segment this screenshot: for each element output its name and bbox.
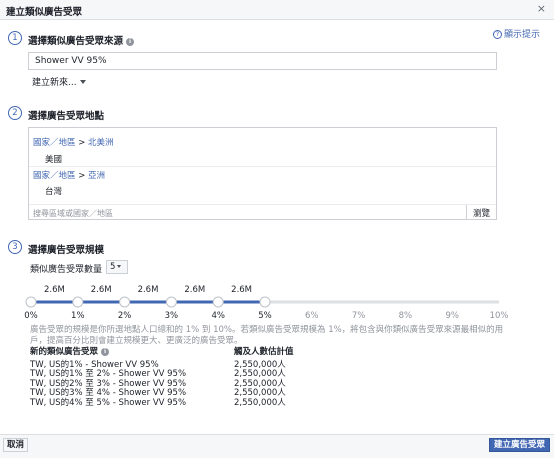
slider-handle[interactable] bbox=[259, 296, 271, 308]
location-path-2[interactable]: 國家／地區 > 亞洲 bbox=[33, 169, 105, 181]
show-tips-label: 顯示提示 bbox=[503, 30, 540, 40]
source-input[interactable]: Shower VV 95% bbox=[28, 52, 497, 70]
show-tips-link[interactable]: ? 顯示提示 bbox=[492, 27, 540, 40]
info-icon: i bbox=[126, 38, 135, 46]
audience-reach: 2,550,000人 bbox=[234, 397, 286, 408]
chevron-down-icon bbox=[79, 80, 86, 84]
segment-size-label: 2.6M bbox=[184, 285, 205, 295]
step-1-number: 1 bbox=[8, 31, 22, 45]
dialog-footer: 取消 建立廣告受眾 bbox=[0, 434, 554, 458]
browse-button[interactable]: 瀏覽 bbox=[465, 205, 496, 220]
slider-handle[interactable] bbox=[212, 296, 224, 308]
location-path-prefix: 國家／地區 bbox=[33, 171, 76, 181]
audience-count-label: 類似廣告受眾數量 bbox=[30, 265, 103, 275]
location-region: 亞洲 bbox=[88, 171, 106, 181]
slider-handle[interactable] bbox=[72, 296, 84, 308]
tick-label: 7% bbox=[352, 311, 366, 321]
create-audience-button[interactable]: 建立廣告受眾 bbox=[488, 438, 550, 452]
audience-name: TW, US的4% 至 5% - Shower VV 95% bbox=[30, 397, 187, 408]
audience-table: 新的類似廣告受眾 i 觸及人數估計值 TW, US的1% - Shower VV … bbox=[30, 347, 480, 409]
table-row: TW, US的4% 至 5% - Shower VV 95% 2,550,000… bbox=[30, 397, 480, 409]
slider-handle[interactable] bbox=[165, 296, 177, 308]
location-arrow: > bbox=[78, 138, 86, 148]
location-path-prefix: 國家／地區 bbox=[33, 138, 76, 148]
new-audience-header: 新的類似廣告受眾 i bbox=[30, 347, 110, 358]
location-search-input[interactable]: 搜尋區域或國家／地區 bbox=[33, 208, 113, 219]
location-path-1[interactable]: 國家／地區 > 北美洲 bbox=[33, 136, 114, 148]
tick-label: 4% bbox=[211, 311, 225, 321]
slider-handle[interactable] bbox=[119, 296, 131, 308]
tick-label: 8% bbox=[399, 311, 413, 321]
tick-label: 9% bbox=[445, 311, 459, 321]
create-new-label: 建立新來... bbox=[32, 78, 77, 88]
location-country-2: 台灣 bbox=[45, 187, 63, 197]
step-3-title: 選擇廣告受眾規模 bbox=[28, 245, 105, 256]
tick-label: 1% bbox=[71, 311, 85, 321]
location-arrow: > bbox=[78, 171, 86, 181]
segment-size-label: 2.6M bbox=[138, 285, 159, 295]
audience-size-slider[interactable]: 2.6M 2.6M 2.6M 2.6M 2.6M 0% 1% 2% 3% 4% 5% 6% 7% 8% 9%… bbox=[0, 280, 554, 330]
create-new-source-dropdown[interactable]: 建立新來... bbox=[32, 75, 86, 88]
tick-label: 3% bbox=[165, 311, 179, 321]
segment-size-label: 2.6M bbox=[91, 285, 112, 295]
slider-handle[interactable] bbox=[25, 296, 37, 308]
question-icon: ? bbox=[492, 30, 502, 39]
step-2-title: 選擇廣告受眾地點 bbox=[28, 111, 105, 122]
tick-label: 5% bbox=[258, 311, 272, 321]
tick-label: 2% bbox=[118, 311, 132, 321]
table-header: 新的類似廣告受眾 i 觸及人數估計值 bbox=[30, 347, 480, 358]
step-1-title: 選擇類似廣告受眾來源 i bbox=[28, 33, 135, 47]
new-audience-header-text: 新的類似廣告受眾 bbox=[30, 347, 99, 357]
size-description: 廣告受眾的規模是你所選地點人口總和的 1% 到 10%。若類似廣告受眾規模為 1… bbox=[30, 325, 504, 346]
tick-label: 0% bbox=[24, 311, 38, 321]
info-icon: i bbox=[101, 348, 110, 356]
segment-size-label: 2.6M bbox=[231, 285, 252, 295]
close-icon[interactable]: × bbox=[537, 2, 546, 15]
step-2-number: 2 bbox=[8, 106, 22, 120]
divider bbox=[29, 166, 496, 167]
location-box: 國家／地區 > 北美洲 美國 國家／地區 > 亞洲 台灣 搜尋區域或國家／地區 … bbox=[28, 127, 497, 220]
reach-header: 觸及人數估計值 bbox=[234, 347, 294, 357]
dialog-header: 建立類似廣告受眾 × bbox=[0, 0, 554, 20]
cancel-button[interactable]: 取消 bbox=[3, 438, 29, 452]
location-region: 北美洲 bbox=[88, 138, 114, 148]
audience-count-select[interactable]: 5 bbox=[106, 260, 128, 274]
segment-size-label: 2.6M bbox=[44, 285, 65, 295]
location-country-1: 美國 bbox=[45, 155, 63, 165]
chevron-down-icon bbox=[117, 265, 122, 268]
dialog-title: 建立類似廣告受眾 bbox=[6, 7, 83, 18]
tick-label: 10% bbox=[490, 311, 509, 321]
audience-count-value: 5 bbox=[110, 262, 116, 272]
step-3-number: 3 bbox=[8, 240, 22, 254]
step-1-title-text: 選擇類似廣告受眾來源 bbox=[28, 36, 124, 47]
location-search-row: 搜尋區域或國家／地區 瀏覽 bbox=[29, 204, 496, 220]
tick-label: 6% bbox=[305, 311, 319, 321]
